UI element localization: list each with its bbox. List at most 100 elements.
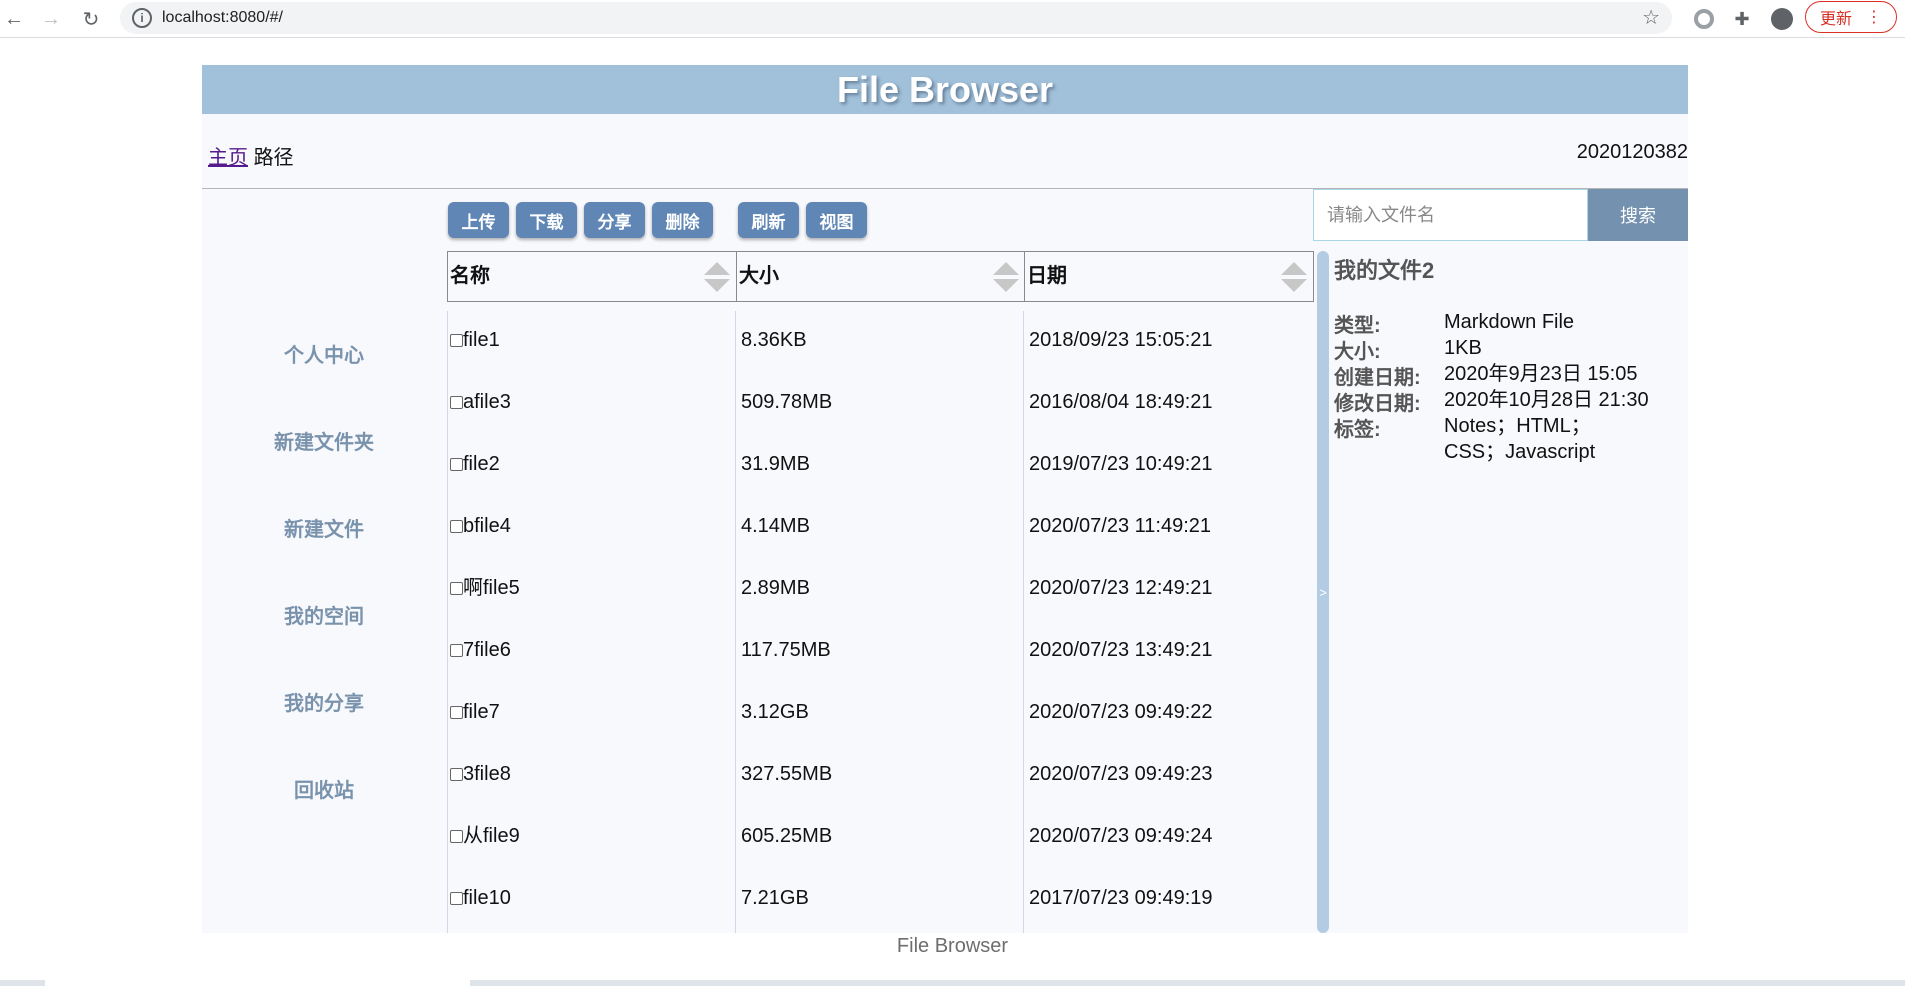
table-row[interactable]: 啊file5 2.89MB 2020/07/23 12:49:21 [447, 557, 1314, 619]
details-value: Notes；HTML；CSS；Javascript [1444, 415, 1596, 463]
details-label: 修改日期: [1334, 393, 1421, 415]
extension-circle-icon[interactable] [1691, 6, 1717, 32]
table-row[interactable]: file2 31.9MB 2019/07/23 10:49:21 [447, 433, 1314, 495]
row-checkbox[interactable] [450, 706, 463, 719]
row-checkbox[interactable] [450, 396, 463, 409]
reload-icon[interactable]: ↻ [77, 5, 105, 33]
file-size: 2.89MB [741, 577, 810, 599]
download-button[interactable]: 下载 [516, 202, 577, 238]
search-button[interactable]: 搜索 [1588, 189, 1688, 241]
row-checkbox[interactable] [450, 458, 463, 471]
delete-button[interactable]: 删除 [652, 202, 713, 238]
file-name[interactable]: 从file9 [463, 825, 520, 847]
profile-avatar-icon[interactable] [1769, 6, 1795, 32]
chevron-right-icon: > [1319, 584, 1327, 600]
file-date: 2018/09/23 15:05:21 [1029, 329, 1213, 351]
back-arrow-icon[interactable]: ← [0, 5, 28, 33]
details-title: 我的文件2 [1334, 258, 1435, 283]
row-checkbox[interactable] [450, 644, 463, 657]
row-checkbox[interactable] [450, 334, 463, 347]
file-table: 名称 大小 日期 file1 8.36KB 2018/09/23 15:05:2… [447, 251, 1314, 933]
row-checkbox[interactable] [450, 768, 463, 781]
row-checkbox[interactable] [450, 520, 463, 533]
table-row[interactable]: file1 8.36KB 2018/09/23 15:05:21 [447, 309, 1314, 371]
table-row[interactable]: afile3 509.78MB 2016/08/04 18:49:21 [447, 371, 1314, 433]
file-date: 2020/07/23 09:49:24 [1029, 825, 1213, 847]
sidebar-item-my-space[interactable]: 我的空间 [202, 600, 446, 629]
file-browser-app: File Browser 主页 路径 2020120382 个人中心 新建文件夹… [202, 65, 1688, 933]
file-size: 7.21GB [741, 887, 809, 909]
file-name[interactable]: 啊file5 [463, 577, 520, 599]
row-checkbox[interactable] [450, 582, 463, 595]
update-label: 更新 [1819, 11, 1852, 28]
details-label: 类型: [1334, 315, 1381, 337]
column-header-date[interactable]: 日期 [1024, 252, 1313, 301]
file-name[interactable]: afile3 [463, 391, 511, 413]
details-label: 标签: [1334, 419, 1381, 441]
sort-name-icon[interactable] [702, 262, 730, 294]
details-value: 1KB [1444, 337, 1482, 359]
breadcrumb-path: 路径 [253, 147, 294, 169]
table-row[interactable]: 从file9 605.25MB 2020/07/23 09:49:24 [447, 805, 1314, 867]
file-name[interactable]: 7file6 [463, 639, 511, 661]
table-header: 名称 大小 日期 [447, 251, 1314, 302]
details-label: 创建日期: [1334, 367, 1421, 389]
file-name[interactable]: file10 [463, 887, 511, 909]
upload-button[interactable]: 上传 [448, 202, 509, 238]
file-size: 3.12GB [741, 701, 809, 723]
details-value: 2020年9月23日 15:05 [1444, 363, 1638, 385]
details-value: 2020年10月28日 21:30 [1444, 389, 1649, 411]
file-date: 2020/07/23 13:49:21 [1029, 639, 1213, 661]
file-date: 2016/08/04 18:49:21 [1029, 391, 1213, 413]
user-id: 2020120382 [1576, 141, 1688, 163]
search-bar: 搜索 [1313, 189, 1688, 241]
breadcrumb: 主页 路径 [208, 141, 294, 170]
file-name[interactable]: file2 [463, 453, 500, 475]
file-name[interactable]: file1 [463, 329, 500, 351]
site-info-icon[interactable]: i [132, 8, 152, 28]
browser-update-button[interactable]: 更新 ⋮ [1805, 1, 1897, 33]
address-url[interactable]: localhost:8080/#/ [162, 9, 283, 27]
file-date: 2017/07/23 09:49:19 [1029, 887, 1213, 909]
file-details-panel: 我的文件2 类型: Markdown File 大小: 1KB 创建日期: 20… [1334, 253, 1688, 463]
file-size: 31.9MB [741, 453, 810, 475]
table-row[interactable]: 7file6 117.75MB 2020/07/23 13:49:21 [447, 619, 1314, 681]
file-date: 2019/07/23 10:49:21 [1029, 453, 1213, 475]
column-header-size[interactable]: 大小 [736, 252, 1024, 301]
panel-collapse-handle[interactable]: > [1317, 251, 1329, 933]
file-name[interactable]: bfile4 [463, 515, 511, 537]
bottom-scrollbar[interactable] [0, 980, 1905, 986]
file-size: 8.36KB [741, 329, 807, 351]
scrollbar-thumb[interactable] [45, 980, 470, 986]
file-date: 2020/07/23 12:49:21 [1029, 577, 1213, 599]
sidebar-item-recycle-bin[interactable]: 回收站 [202, 774, 446, 803]
row-checkbox[interactable] [450, 830, 463, 843]
details-value: Markdown File [1444, 311, 1575, 333]
view-button[interactable]: 视图 [806, 202, 867, 238]
address-bar[interactable]: i localhost:8080/#/ ☆ [120, 2, 1672, 34]
extensions-puzzle-icon[interactable]: ✚ [1729, 6, 1755, 32]
sidebar-item-my-shares[interactable]: 我的分享 [202, 687, 446, 716]
row-checkbox[interactable] [450, 892, 463, 905]
sidebar-item-new-folder[interactable]: 新建文件夹 [202, 426, 446, 455]
column-header-name-label: 名称 [450, 265, 490, 287]
sort-size-icon[interactable] [991, 262, 1019, 294]
sort-date-icon[interactable] [1279, 262, 1307, 294]
share-button[interactable]: 分享 [584, 202, 645, 238]
file-name[interactable]: 3file8 [463, 763, 511, 785]
search-input[interactable] [1313, 189, 1588, 241]
column-header-name[interactable]: 名称 [448, 252, 736, 301]
file-size: 509.78MB [741, 391, 833, 413]
table-row[interactable]: file10 7.21GB 2017/07/23 09:49:19 [447, 867, 1314, 929]
refresh-button[interactable]: 刷新 [738, 202, 799, 238]
browser-toolbar: ← → ↻ i localhost:8080/#/ ☆ ✚ 更新 ⋮ [0, 0, 1905, 38]
table-row[interactable]: bfile4 4.14MB 2020/07/23 11:49:21 [447, 495, 1314, 557]
file-name[interactable]: file7 [463, 701, 500, 723]
table-row[interactable]: file7 3.12GB 2020/07/23 09:49:22 [447, 681, 1314, 743]
breadcrumb-home-link[interactable]: 主页 [208, 147, 248, 169]
sidebar-item-personal-center[interactable]: 个人中心 [202, 339, 446, 368]
table-row[interactable]: 3file8 327.55MB 2020/07/23 09:49:23 [447, 743, 1314, 805]
forward-arrow-icon[interactable]: → [37, 5, 65, 33]
bookmark-star-icon[interactable]: ☆ [1642, 5, 1660, 30]
sidebar-item-new-file[interactable]: 新建文件 [202, 513, 446, 542]
